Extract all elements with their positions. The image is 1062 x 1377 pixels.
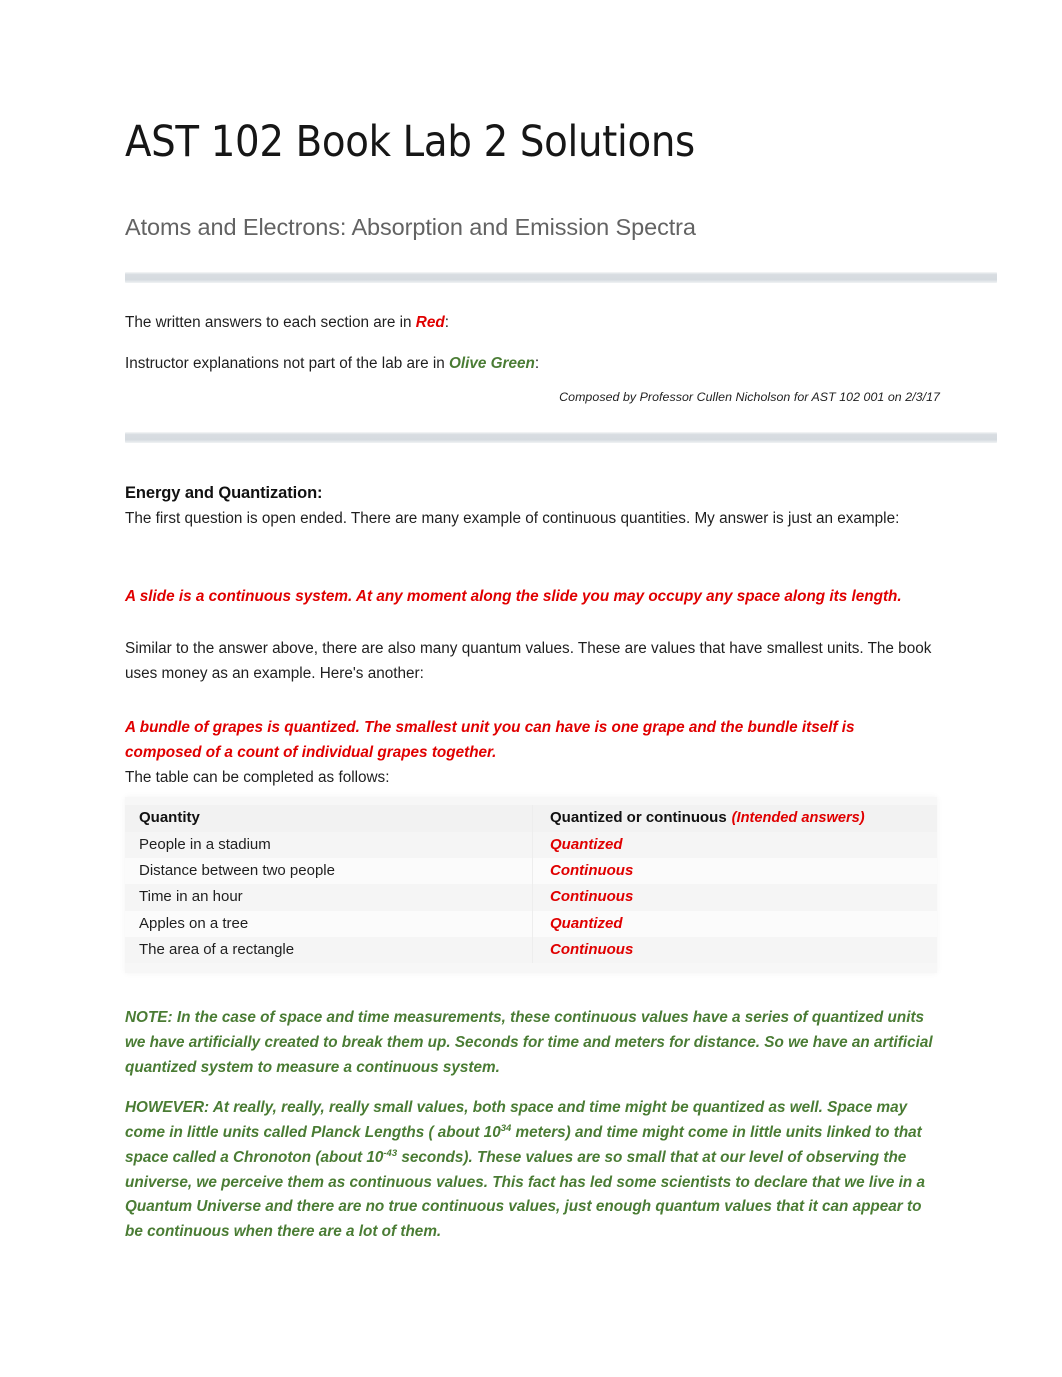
table-bottom-padding (125, 963, 937, 973)
paragraph-table-lead: The table can be completed as follows: (125, 769, 390, 786)
legend-green-prefix: Instructor explanations not part of the … (125, 355, 449, 372)
composed-by-credit: Composed by Professor Cullen Nicholson f… (559, 390, 940, 404)
table-row: Time in an hour Continuous (125, 884, 937, 911)
table-cell-answer: Continuous (550, 888, 634, 906)
divider-second (125, 432, 997, 443)
note-quantized-units: NOTE: In the case of space and time meas… (125, 1009, 933, 1076)
legend-green-suffix: : (534, 355, 540, 372)
table-cell-quantity: Apples on a tree (125, 910, 533, 937)
legend-red-word: Red (415, 314, 445, 331)
table-row: Distance between two people Continuous (125, 857, 937, 885)
table-cell-quantity: Time in an hour (125, 884, 533, 911)
paragraph-quantum-values: Similar to the answer above, there are a… (125, 640, 932, 682)
page-subtitle: Atoms and Electrons: Absorption and Emis… (125, 214, 696, 241)
legend-red-suffix: : (444, 314, 449, 331)
table-cell-answer: Continuous (550, 861, 634, 879)
table-cell-answer: Quantized (550, 835, 623, 853)
table-top-padding (125, 797, 937, 805)
legend-red-line: The written answers to each section are … (125, 311, 449, 336)
table-row: Apples on a tree Quantized (125, 910, 937, 937)
table-header-intended-answers: (Intended answers) (731, 810, 865, 826)
table-header-answer-label: Quantized or continuous (550, 809, 727, 826)
paragraph-open-ended: The first question is open ended. There … (125, 510, 900, 527)
document-page: AST 102 Book Lab 2 Solutions Atoms and E… (0, 0, 1062, 1377)
note-planck-chronoton: HOWEVER: At really, really, really small… (125, 1096, 935, 1245)
section-heading-energy-quantization: Energy and Quantization: (125, 483, 323, 502)
table-row: People in a stadium Quantized (125, 831, 937, 858)
table-cell-quantity: Distance between two people (125, 857, 533, 885)
exponent-chronoton: -43 (383, 1147, 398, 1159)
table-cell-answer: Continuous (550, 940, 634, 958)
divider-top (125, 272, 997, 283)
legend-red-prefix: The written answers to each section are … (125, 314, 416, 331)
table-cell-answer: Quantized (550, 914, 623, 932)
quantity-table: Quantity Quantized or continuous (Intende… (125, 797, 937, 974)
page-title: AST 102 Book Lab 2 Solutions (125, 117, 695, 167)
answer-grapes-quantized: A bundle of grapes is quantized. The sma… (125, 719, 855, 762)
table-row: The area of a rectangle Continuous (125, 936, 937, 964)
table-cell-quantity: People in a stadium (125, 831, 533, 858)
answer-slide-continuous: A slide is a continuous system. At any m… (125, 588, 902, 606)
table-header-quantity: Quantity (125, 805, 533, 832)
table-cell-quantity: The area of a rectangle (125, 936, 533, 964)
table-header-answer: Quantized or continuous (Intended answers… (533, 805, 937, 832)
document-content: AST 102 Book Lab 2 Solutions Atoms and E… (125, 0, 997, 1240)
exponent-planck: 34 (500, 1122, 512, 1134)
legend-green-line: Instructor explanations not part of the … (125, 352, 539, 377)
table-header-row: Quantity Quantized or continuous (Intende… (125, 805, 937, 832)
legend-green-word: Olive Green (448, 355, 535, 372)
